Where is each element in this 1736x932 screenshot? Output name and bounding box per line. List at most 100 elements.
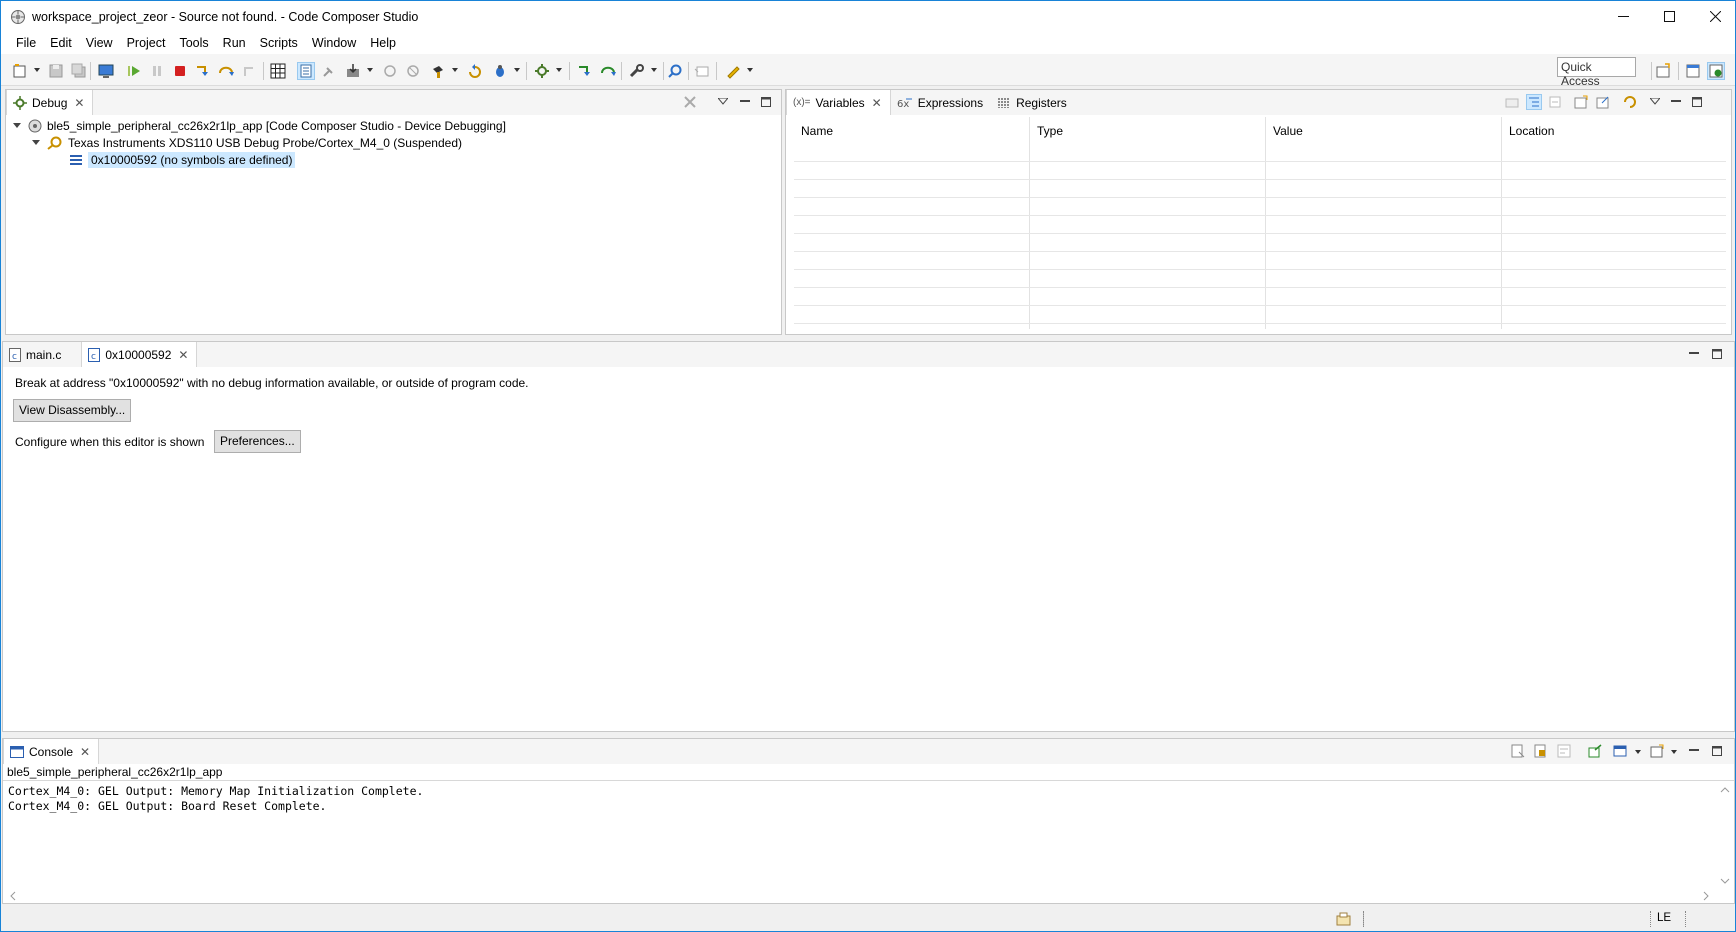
tree-target-row[interactable]: Texas Instruments XDS110 USB Debug Probe… <box>32 134 462 151</box>
resume-button[interactable] <box>125 62 143 80</box>
scroll-up-icon[interactable] <box>1716 784 1734 796</box>
external-tools-dropdown-icon[interactable] <box>651 68 657 72</box>
menu-scripts[interactable]: Scripts <box>253 36 305 50</box>
show-type-names-button[interactable] <box>1504 94 1520 110</box>
display-console-dropdown-icon[interactable] <box>1635 750 1641 754</box>
load-program-button[interactable] <box>344 62 362 80</box>
editor-tab-address[interactable]: c 0x10000592 ✕ <box>81 342 198 367</box>
pen-dropdown-icon[interactable] <box>747 68 753 72</box>
view-menu-button[interactable] <box>715 94 731 110</box>
breakpoint-button[interactable] <box>381 62 399 80</box>
restart-button[interactable] <box>466 62 484 80</box>
variables-view-menu-button[interactable] <box>1647 94 1663 110</box>
menu-run[interactable]: Run <box>216 36 253 50</box>
minimize-view-button[interactable] <box>737 94 753 110</box>
new-dropdown-icon[interactable] <box>34 68 40 72</box>
collapse-all-button[interactable] <box>1548 94 1564 110</box>
scroll-down-icon[interactable] <box>1716 875 1734 887</box>
assembly-step-over-button[interactable] <box>599 62 617 80</box>
save-all-button[interactable] <box>70 62 88 80</box>
open-console-button[interactable] <box>1649 743 1665 759</box>
close-tab-icon[interactable]: ✕ <box>872 96 882 110</box>
expand-chevron-icon[interactable] <box>32 140 40 145</box>
load-dropdown-icon[interactable] <box>367 68 373 72</box>
tab-registers[interactable]: Registers <box>991 90 1075 115</box>
preferences-button[interactable]: Preferences... <box>214 430 301 453</box>
external-tools-button[interactable] <box>628 62 646 80</box>
console-output[interactable]: Cortex_M4_0: GEL Output: Memory Map Init… <box>3 782 1716 889</box>
open-perspective-button[interactable] <box>1654 62 1672 80</box>
tree-frame-row[interactable]: 0x10000592 (no symbols are defined) <box>69 151 296 168</box>
perspective-debug-button[interactable] <box>1707 62 1725 80</box>
menu-project[interactable]: Project <box>120 36 173 50</box>
save-button[interactable] <box>47 62 65 80</box>
memory-browser-button[interactable] <box>269 62 287 80</box>
view-disassembly-button[interactable]: View Disassembly... <box>13 399 132 422</box>
scroll-lock-button[interactable] <box>1533 743 1549 759</box>
close-button[interactable] <box>1692 1 1735 32</box>
column-header-value[interactable]: Value <box>1266 117 1310 147</box>
maximize-view-button[interactable] <box>1689 94 1705 110</box>
debug-button[interactable] <box>491 62 509 80</box>
pen-button[interactable] <box>724 62 742 80</box>
display-console-button[interactable] <box>1612 743 1628 759</box>
open-console-dropdown-icon[interactable] <box>1671 750 1677 754</box>
menu-tools[interactable]: Tools <box>172 36 215 50</box>
quick-access-input[interactable]: Quick Access <box>1557 57 1636 88</box>
maximize-view-button[interactable] <box>1709 743 1725 759</box>
maximize-editor-button[interactable] <box>1709 346 1725 362</box>
build-dropdown-icon[interactable] <box>452 68 458 72</box>
terminate-button[interactable] <box>171 62 189 80</box>
status-connection-icon[interactable] <box>1336 911 1352 930</box>
tab-expressions[interactable]: 6x Expressions <box>891 90 991 115</box>
column-header-location[interactable]: Location <box>1502 117 1561 147</box>
menu-view[interactable]: View <box>79 36 120 50</box>
step-into-button[interactable] <box>194 62 212 80</box>
debug-dropdown-icon[interactable] <box>514 68 520 72</box>
debug-view-button[interactable] <box>97 62 115 80</box>
editor-tab-main-c[interactable]: c main.c <box>3 342 69 367</box>
minimize-view-button[interactable] <box>1668 94 1684 110</box>
close-tab-icon[interactable]: ✕ <box>178 348 188 362</box>
column-header-name[interactable]: Name <box>794 117 840 147</box>
assembly-step-into-button[interactable] <box>576 62 594 80</box>
maximize-view-button[interactable] <box>758 94 774 110</box>
tree-session-row[interactable]: ble5_simple_peripheral_cc26x2r1lp_app [C… <box>13 117 506 134</box>
menu-edit[interactable]: Edit <box>43 36 79 50</box>
scroll-left-icon[interactable] <box>7 889 19 903</box>
show-logical-structure-button[interactable] <box>1526 94 1542 110</box>
menu-help[interactable]: Help <box>363 36 403 50</box>
export-button[interactable] <box>1595 94 1611 110</box>
task-button[interactable] <box>693 62 711 80</box>
menu-file[interactable]: File <box>9 36 43 50</box>
horizontal-scrollbar[interactable] <box>3 889 1716 903</box>
word-wrap-button[interactable] <box>1556 743 1572 759</box>
gear-dropdown-icon[interactable] <box>556 68 562 72</box>
step-over-button[interactable] <box>217 62 235 80</box>
close-tab-icon[interactable]: ✕ <box>74 96 84 110</box>
maximize-button[interactable] <box>1646 1 1692 32</box>
search-button[interactable] <box>666 62 684 80</box>
perspective-ccs-edit-button[interactable] <box>1684 62 1702 80</box>
pin-console-button[interactable] <box>1587 743 1603 759</box>
minimize-editor-button[interactable] <box>1686 346 1702 362</box>
close-tab-icon[interactable]: ✕ <box>80 745 90 759</box>
refresh-button[interactable] <box>1622 94 1638 110</box>
minimize-button[interactable] <box>1600 1 1646 32</box>
expand-chevron-icon[interactable] <box>13 123 21 128</box>
vertical-scrollbar[interactable] <box>1716 782 1734 889</box>
new-button[interactable] <box>11 62 29 80</box>
add-global-variables-button[interactable] <box>1573 94 1589 110</box>
menu-window[interactable]: Window <box>305 36 363 50</box>
tab-variables[interactable]: (x)= Variables ✕ <box>786 90 891 115</box>
connect-button[interactable] <box>320 62 338 80</box>
instruction-stepping-toggle[interactable] <box>297 62 315 80</box>
clear-console-button[interactable] <box>1510 743 1526 759</box>
suspend-button[interactable] <box>148 62 166 80</box>
column-header-type[interactable]: Type <box>1030 117 1070 147</box>
scroll-right-icon[interactable] <box>1700 889 1712 903</box>
step-return-button[interactable] <box>240 62 258 80</box>
tab-debug[interactable]: Debug ✕ <box>6 90 94 115</box>
remove-terminated-button[interactable] <box>682 94 698 110</box>
minimize-view-button[interactable] <box>1686 743 1702 759</box>
